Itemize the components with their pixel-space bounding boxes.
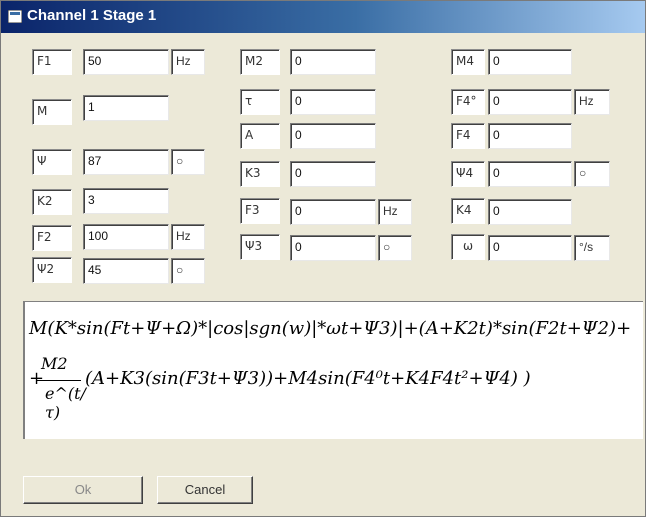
formula-fraction-denominator: e^(t/τ): [45, 384, 86, 422]
window-title: Channel 1 Stage 1: [27, 7, 157, 24]
psi4-label: Ψ4: [451, 161, 485, 187]
f3-input[interactable]: 0: [290, 199, 376, 225]
cancel-button[interactable]: Cancel: [157, 476, 253, 504]
m-label: M: [32, 99, 72, 125]
psi3-input[interactable]: 0: [290, 235, 376, 261]
psi2-unit: ○: [171, 258, 205, 284]
psi4-input[interactable]: 0: [488, 161, 572, 187]
f3-label: F3: [240, 198, 280, 224]
f1-input[interactable]: 50: [83, 49, 169, 75]
ok-button[interactable]: Ok: [23, 476, 143, 504]
f4-input[interactable]: 0: [488, 123, 572, 149]
f3-unit: Hz: [378, 199, 412, 225]
f4-label: F4: [451, 123, 485, 149]
omega-input[interactable]: 0: [488, 235, 572, 261]
m-input[interactable]: 1: [83, 95, 169, 121]
psi3-label: Ψ3: [240, 234, 280, 260]
psi2-label: Ψ2: [32, 257, 72, 283]
f2-unit: Hz: [171, 224, 205, 250]
k2-input[interactable]: 3: [83, 188, 169, 214]
k3-input[interactable]: 0: [290, 161, 376, 187]
f1-unit: Hz: [171, 49, 205, 75]
psi-unit: ○: [171, 149, 205, 175]
title-bar[interactable]: Channel 1 Stage 1: [1, 1, 645, 33]
k2-label: K2: [32, 189, 72, 215]
channel-stage-dialog: Channel 1 Stage 1 F1 50 Hz M 1 Ψ 87 ○ K2…: [0, 0, 646, 517]
psi-input[interactable]: 87: [83, 149, 169, 175]
a-input[interactable]: 0: [290, 123, 376, 149]
f1-label: F1: [32, 49, 72, 75]
k4-input[interactable]: 0: [488, 199, 572, 225]
psi-label: Ψ: [32, 149, 72, 175]
tau-input[interactable]: 0: [290, 89, 376, 115]
m2-label: M2: [240, 49, 280, 75]
f4-0-unit: Hz: [574, 89, 610, 115]
psi2-input[interactable]: 45: [83, 258, 169, 284]
formula-fraction: M2 e^(t/τ): [37, 354, 86, 444]
formula-line-2: (A+K3(sin(F3t+Ψ3))+M4sin(F4⁰t+K4F4t²+Ψ4)…: [85, 368, 531, 389]
a-label: A: [240, 123, 280, 149]
f4-0-label: F4°: [451, 89, 485, 115]
formula-line-1: M(K*sin(Ft+Ψ+Ω)*|cos|sgn(w)|*ωt+Ψ3)|+(A+…: [29, 318, 632, 339]
tau-label: τ: [240, 89, 280, 115]
formula-fraction-bar: [37, 380, 81, 381]
f4-0-input[interactable]: 0: [488, 89, 572, 115]
m4-label: M4: [451, 49, 485, 75]
omega-unit: °/s: [574, 235, 610, 261]
f2-input[interactable]: 100: [83, 224, 169, 250]
formula-fraction-numerator: M2: [41, 354, 68, 373]
psi3-unit: ○: [378, 235, 412, 261]
k4-label: K4: [451, 198, 485, 224]
omega-label: ω: [451, 234, 485, 260]
k3-label: K3: [240, 161, 280, 187]
m2-input[interactable]: 0: [290, 49, 376, 75]
f2-label: F2: [32, 225, 72, 251]
window-icon: [8, 10, 22, 23]
formula-display: M(K*sin(Ft+Ψ+Ω)*|cos|sgn(w)|*ωt+Ψ3)|+(A+…: [23, 301, 643, 439]
psi4-unit: ○: [574, 161, 610, 187]
m4-input[interactable]: 0: [488, 49, 572, 75]
